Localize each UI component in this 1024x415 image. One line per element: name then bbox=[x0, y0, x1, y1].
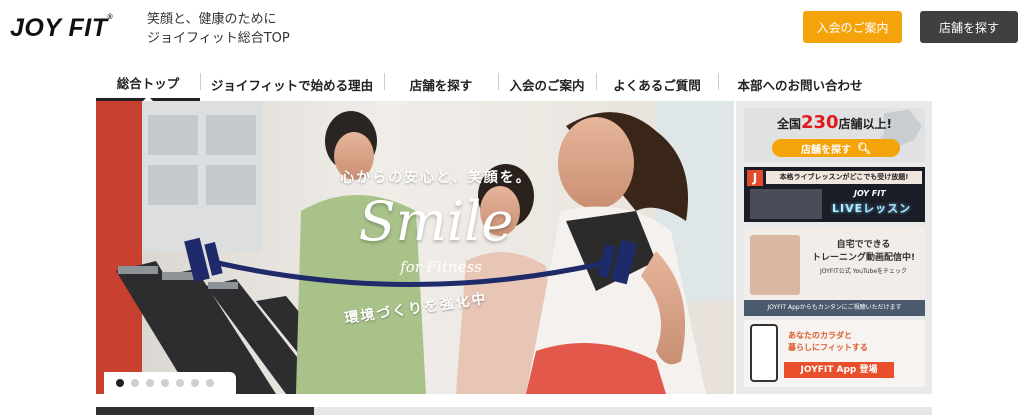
slider-dot[interactable] bbox=[191, 379, 199, 387]
hero-sub-word: for Fitness bbox=[400, 258, 482, 276]
live-name: LIVEレッスン bbox=[832, 202, 912, 215]
slider-dot[interactable] bbox=[206, 379, 214, 387]
live-brand: JOY FIT bbox=[854, 189, 886, 198]
slider-dot[interactable] bbox=[131, 379, 139, 387]
slider-dot[interactable] bbox=[146, 379, 154, 387]
joyfit-logo[interactable]: JOY FIT® bbox=[10, 14, 113, 43]
hero-headline: 心からの安心と、笑顔を。 bbox=[340, 170, 532, 186]
nav-item-1[interactable]: ジョイフィットで始める理由 bbox=[200, 67, 384, 101]
live-lesson-banner[interactable]: J 本格ライブレッスンがどこでも受け放題! JOY FIT LIVEレッスン bbox=[744, 167, 925, 222]
nav-item-0[interactable]: 総合トップ bbox=[96, 67, 200, 101]
app-line2: 暮らしにフィットする bbox=[788, 343, 868, 352]
slider-pagination bbox=[104, 372, 236, 394]
phone-graphic bbox=[750, 324, 778, 382]
bottom-strip-dark bbox=[96, 407, 314, 415]
nav-item-2[interactable]: 店舗を探す bbox=[384, 67, 498, 101]
logo-registered-mark: ® bbox=[107, 14, 114, 21]
video-footer: JOYFIT Appからもカンタンにご視聴いただけます bbox=[744, 300, 925, 316]
app-banner[interactable]: あなたのカラダと 暮らしにフィットする JOYFIT App 登場 bbox=[744, 320, 925, 387]
bottom-strip bbox=[96, 407, 932, 415]
hero-main-word: Smile bbox=[358, 190, 514, 253]
live-screens-graphic bbox=[750, 189, 822, 219]
logo-text: JOY FIT bbox=[10, 14, 108, 42]
search-icon: 🔍︎ bbox=[857, 141, 871, 155]
video-line2: トレーニング動画配信中! bbox=[811, 253, 916, 263]
tagline-line1: 笑顔と、健康のために bbox=[147, 12, 277, 27]
nav-item-5[interactable]: 本部へのお問い合わせ bbox=[718, 67, 882, 101]
store-count-number: 230 bbox=[800, 112, 839, 133]
site-header: JOY FIT® 笑顔と、健康のために ジョイフィット総合TOP 入会のご案内 … bbox=[0, 0, 1024, 60]
hero-slider[interactable]: 心からの安心と、笑顔を。 Smile for Fitness 環境づくりを強化中 bbox=[96, 101, 734, 394]
slider-dot[interactable] bbox=[116, 379, 124, 387]
store-search-pill[interactable]: 店舗を探す 🔍︎ bbox=[772, 139, 900, 157]
video-line1: 自宅でできる bbox=[836, 240, 891, 250]
store-count-prefix: 全国 bbox=[776, 117, 801, 131]
video-text: 自宅でできる トレーニング動画配信中! JOYFIT公式 YouTubeをチェッ… bbox=[806, 239, 921, 278]
store-search-label: 店舗を探す bbox=[801, 144, 852, 156]
find-store-button[interactable]: 店舗を探す bbox=[920, 11, 1018, 43]
video-line3: JOYFIT公式 YouTubeをチェック bbox=[819, 268, 908, 275]
join-guide-button[interactable]: 入会のご案内 bbox=[803, 11, 902, 43]
training-video-banner[interactable]: 自宅でできる トレーニング動画配信中! JOYFIT公式 YouTubeをチェッ… bbox=[744, 227, 925, 316]
nav-item-3[interactable]: 入会のご案内 bbox=[498, 67, 596, 101]
live-ribbon: 本格ライブレッスンがどこでも受け放題! bbox=[766, 171, 922, 184]
store-count-banner[interactable]: 全国230店舗以上! 店舗を探す 🔍︎ bbox=[744, 108, 925, 162]
app-button[interactable]: JOYFIT App 登場 bbox=[784, 362, 894, 378]
global-nav: 総合トップ ジョイフィットで始める理由 店舗を探す 入会のご案内 よくあるご質問 本部への… bbox=[96, 67, 934, 101]
slider-dot[interactable] bbox=[161, 379, 169, 387]
site-tagline: 笑顔と、健康のために ジョイフィット総合TOP bbox=[147, 10, 290, 48]
tagline-line2: ジョイフィット総合TOP bbox=[147, 31, 290, 46]
j-badge: J bbox=[747, 170, 763, 186]
store-count-suffix: 店舗以上! bbox=[838, 117, 893, 131]
app-line1: あなたのカラダと bbox=[788, 331, 852, 340]
nav-item-4[interactable]: よくあるご質問 bbox=[596, 67, 718, 101]
video-photo bbox=[750, 235, 800, 295]
slider-dot[interactable] bbox=[176, 379, 184, 387]
store-count-text: 全国230店舗以上! bbox=[744, 112, 925, 133]
app-text: あなたのカラダと 暮らしにフィットする bbox=[788, 330, 868, 354]
